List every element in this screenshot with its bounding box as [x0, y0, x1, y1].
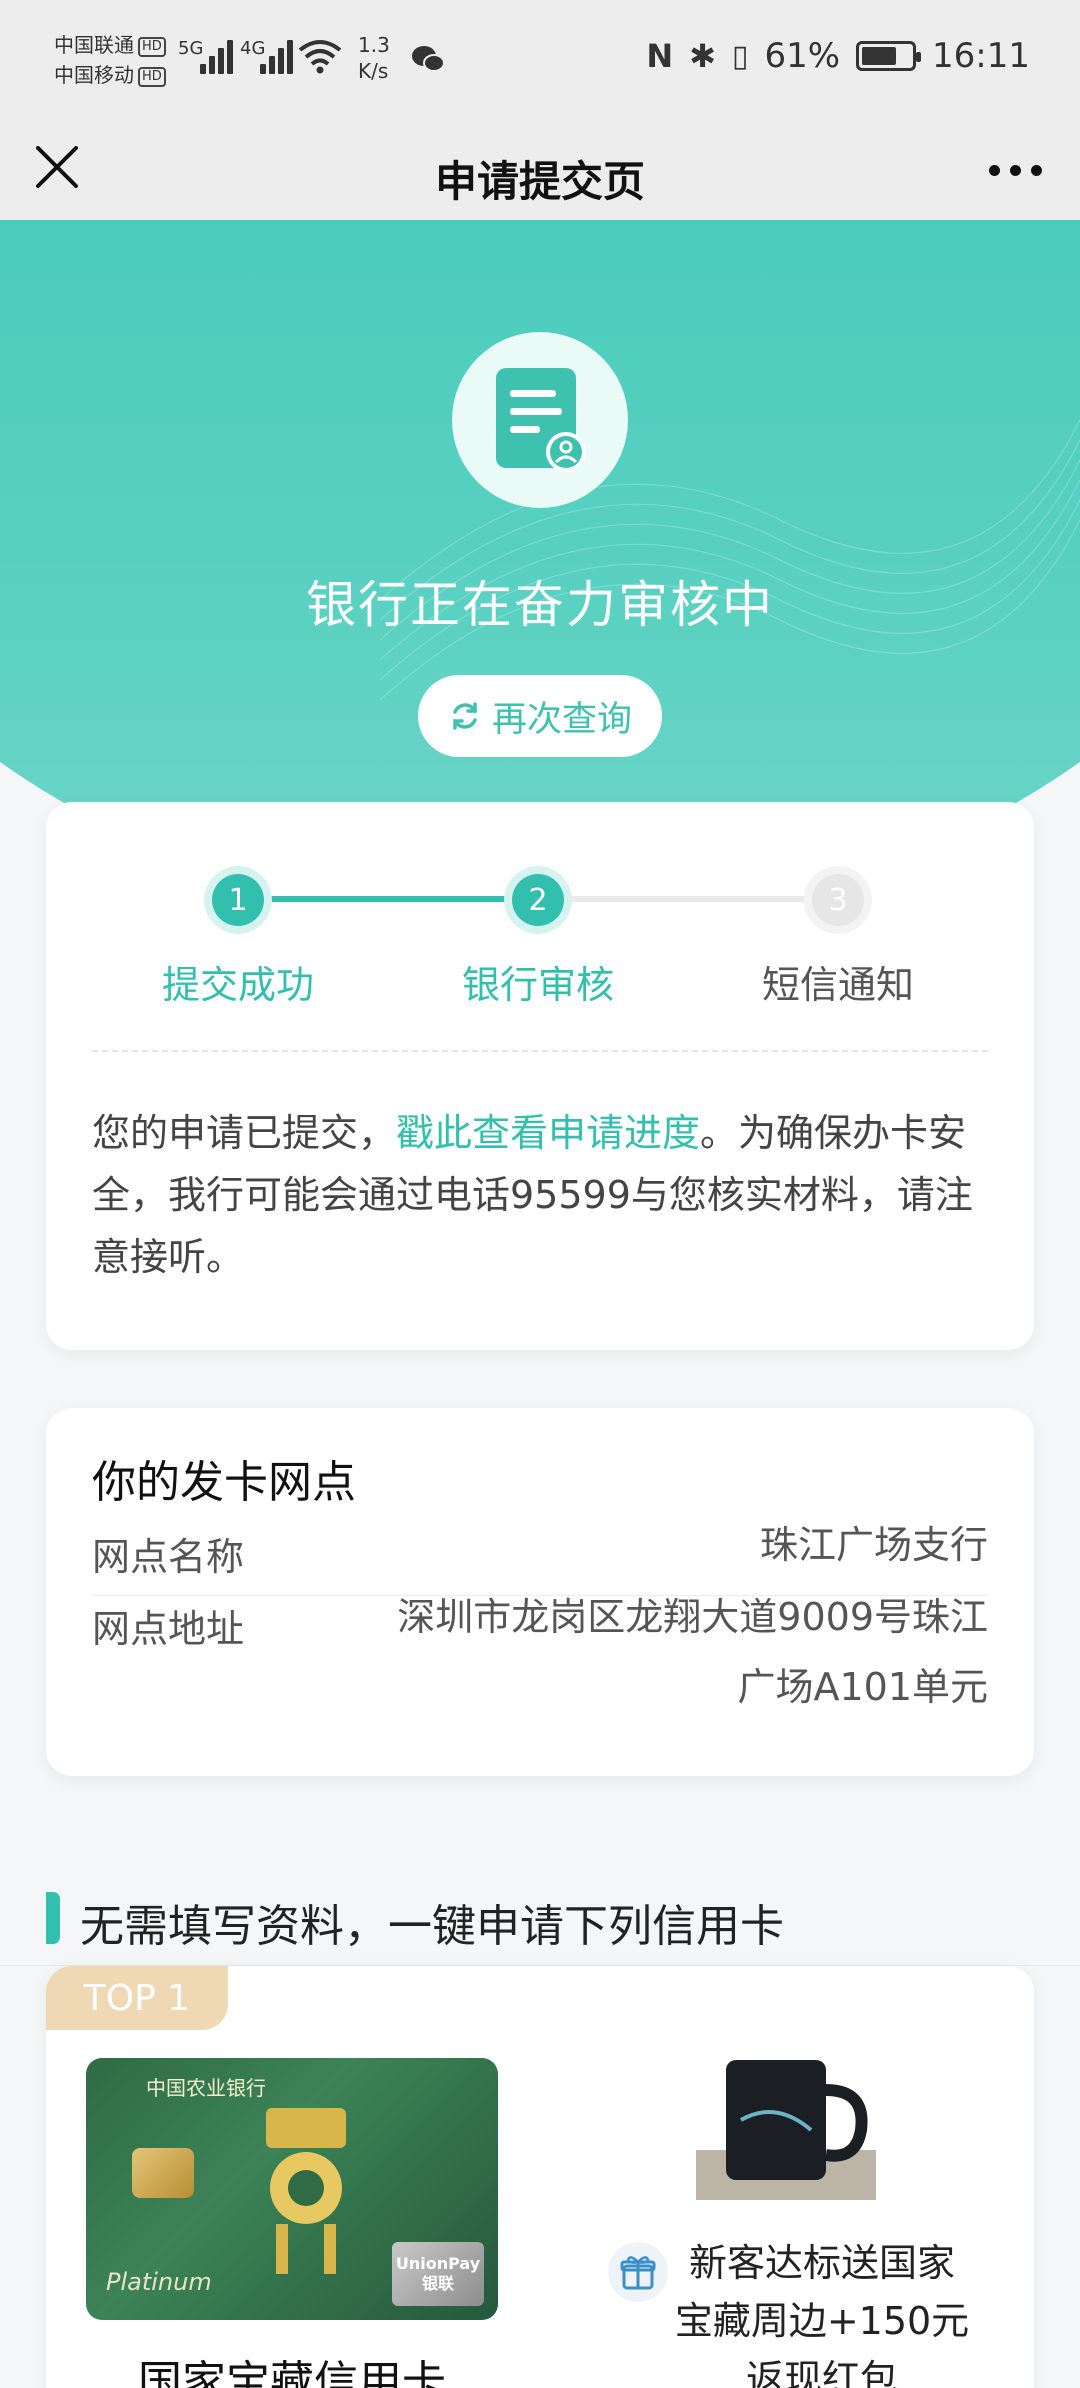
application-note: 您的申请已提交，戳此查看申请进度。为确保办卡安全，我行可能会通过电话95599与… — [92, 1102, 988, 1288]
card-platinum-text: Platinum — [106, 2268, 212, 2296]
step-2-label: 银行审核 — [461, 963, 614, 1007]
progress-steps: 1 2 3 提交成功 银行审核 短信通知 — [46, 862, 1034, 1007]
step-2-dot: 2 — [512, 874, 564, 926]
clock: 16:11 — [932, 36, 1030, 76]
divider — [92, 1050, 988, 1052]
step-3-label: 短信通知 — [761, 963, 914, 1007]
status-right: N ✱ ▯ 61% 16:11 — [646, 36, 1030, 76]
signal-icon — [260, 38, 296, 74]
carrier-1: 中国联通 — [54, 33, 134, 57]
section-title: 无需填写资料，一键申请下列信用卡 — [80, 1901, 784, 1952]
more-dot-icon — [988, 164, 1000, 176]
bluetooth-icon: ✱ — [689, 37, 716, 75]
title-bar: 申请提交页 — [0, 120, 1080, 220]
gift-icon — [608, 2242, 668, 2302]
status-bar: 中国联通 HD 中国移动 HD 5G 4G 1.3 K/s N ✱ ▯ 61% 16… — [0, 0, 1080, 120]
branch-address-value: 深圳市龙岗区龙翔大道9009号珠江广场A101单元 — [397, 1595, 988, 1709]
credit-card-offer[interactable]: TOP 1 中国农业银行 Platinum UnionPay 银联 国家宝藏信用… — [46, 1966, 1034, 2388]
progress-line-pending — [538, 896, 838, 902]
card-name: 国家宝藏信用卡 — [138, 2357, 446, 2388]
refresh-icon — [453, 702, 477, 730]
network-speed: 1.3 K/s — [358, 33, 390, 83]
requery-label: 再次查询 — [491, 699, 632, 740]
wifi-icon — [296, 38, 344, 74]
wechat-icon — [410, 44, 446, 74]
branch-name-label: 网点名称 — [92, 1535, 245, 1579]
treasure-artwork-icon — [266, 2108, 346, 2274]
more-dot-icon — [1009, 164, 1021, 176]
signal-icon — [200, 38, 236, 74]
top1-badge: TOP 1 — [46, 1966, 228, 2030]
branch-card: 你的发卡网点 网点名称 珠江广场支行 网点地址 深圳市龙岗区龙翔大道9009号珠… — [46, 1408, 1034, 1776]
carrier-2: 中国移动 — [54, 63, 134, 87]
hd-badge: HD — [138, 66, 166, 87]
more-button[interactable] — [980, 140, 1050, 200]
branch-address-label: 网点地址 — [92, 1607, 245, 1651]
requery-button[interactable]: 再次查询 — [418, 675, 662, 757]
progress-card: 1 2 3 提交成功 银行审核 短信通知 您的申请已提交，戳此查看申请进度。为确… — [46, 802, 1034, 1350]
vibrate-icon: ▯ — [731, 38, 749, 74]
hd-badge: HD — [138, 36, 166, 57]
document-user-icon — [452, 332, 628, 508]
promo-text: 新客达标送国家宝藏周边+150元返现红包 — [674, 2241, 970, 2388]
card-chip-icon — [132, 2148, 194, 2198]
review-status-title: 银行正在奋力审核中 — [306, 576, 774, 634]
step-1-label: 提交成功 — [161, 963, 314, 1007]
branch-title: 你的发卡网点 — [92, 1457, 356, 1508]
note-prefix: 您的申请已提交， — [92, 1111, 397, 1155]
credit-card-image[interactable]: 中国农业银行 Platinum UnionPay 银联 — [86, 2058, 498, 2320]
battery-percent: 61% — [764, 36, 841, 76]
section-accent-bar — [46, 1892, 60, 1944]
unionpay-logo: UnionPay 银联 — [392, 2242, 484, 2306]
more-dot-icon — [1030, 164, 1042, 176]
step-1-dot: 1 — [212, 874, 264, 926]
nfc-icon: N — [646, 37, 674, 75]
page-title: 申请提交页 — [434, 157, 645, 206]
view-progress-link[interactable]: 戳此查看申请进度 — [396, 1111, 700, 1155]
carrier-info: 中国联通 HD 中国移动 HD — [54, 30, 166, 90]
recommend-section-header: 无需填写资料，一键申请下列信用卡 — [0, 1868, 1080, 1968]
mug-gift-image — [696, 2060, 876, 2200]
battery-icon — [856, 41, 922, 71]
branch-name-value: 珠江广场支行 — [759, 1523, 988, 1567]
step-3-dot: 3 — [812, 874, 864, 926]
progress-line-done — [238, 896, 538, 902]
